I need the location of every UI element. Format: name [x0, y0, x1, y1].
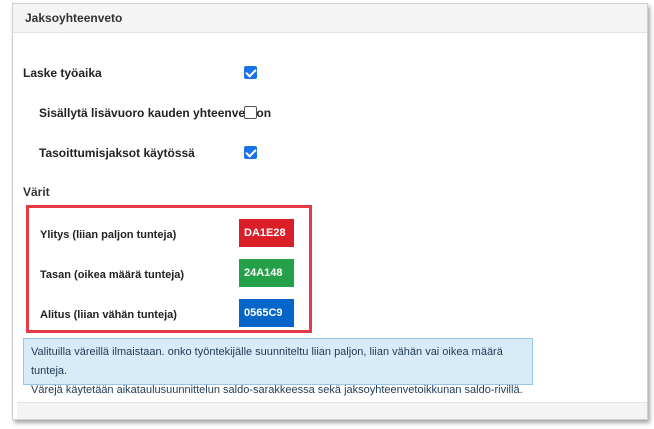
colors-highlight-box: Ylitys (liian paljon tunteja) DA1E28 Tas… [26, 205, 312, 333]
color-swatch-alitus[interactable]: 0565C9 [239, 299, 294, 327]
color-label-ylitys: Ylitys (liian paljon tunteja) [40, 229, 177, 241]
laske-tyoaika-checkbox[interactable] [244, 66, 257, 79]
info-line-1: Valituilla väreillä ilmaistaan. onko työ… [31, 346, 503, 377]
color-label-tasan: Tasan (oikea määrä tunteja) [40, 269, 185, 281]
color-swatch-ylitys[interactable]: DA1E28 [239, 219, 294, 247]
next-panel-header [17, 402, 647, 419]
colors-heading: Värit [23, 185, 50, 199]
setting-label-laske-tyoaika: Laske työaika [23, 66, 102, 80]
setting-label-tasoittumisjaksot: Tasoittumisjaksot käytössä [39, 146, 195, 160]
tasoittumisjaksot-checkbox[interactable] [244, 146, 257, 159]
color-swatch-tasan[interactable]: 24A148 [239, 259, 294, 287]
info-line-2: Värejä käytetään aikataulusuunnittelun s… [31, 384, 523, 396]
setting-label-sisallyta-lisavuoro: Sisällytä lisävuoro kauden yhteenvetoon [39, 106, 272, 120]
sisallyta-lisavuoro-checkbox[interactable] [244, 106, 257, 119]
settings-window: Jaksoyhteenveto Laske työaika Sisällytä … [12, 3, 648, 420]
panel-header: Jaksoyhteenveto [13, 4, 647, 33]
color-label-alitus: Alitus (liian vähän tunteja) [40, 309, 177, 321]
info-box: Valituilla väreillä ilmaistaan. onko työ… [23, 338, 533, 396]
